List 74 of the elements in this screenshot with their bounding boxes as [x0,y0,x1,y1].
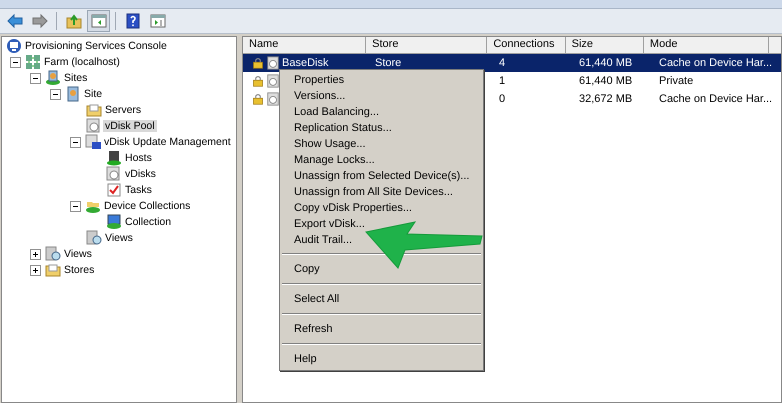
tasks-node-icon [106,182,122,198]
disk-node-icon [86,118,102,134]
row-highlight[interactable]: 1 [493,72,573,90]
table-cell: 4 [499,57,506,69]
update-node-icon [85,134,101,150]
help-icon [124,13,140,29]
forward-icon [32,13,48,29]
site-node-icon [65,86,81,102]
expander[interactable] [50,88,61,100]
menu-item[interactable]: Audit Trail... [294,232,352,248]
menu-item[interactable]: Unassign from Selected Device(s)... [294,168,470,184]
table-cell: Store [375,57,402,69]
folder-node-icon [86,102,102,118]
tree-item[interactable]: Views [62,248,94,260]
table-cell: Cache on Device Har... [659,93,772,105]
tree-item[interactable]: Provisioning Services Console [23,40,169,52]
tree-item[interactable]: Sites [62,72,90,84]
menu-item[interactable]: Manage Locks... [294,152,375,168]
expander[interactable] [10,56,21,68]
hosts-node-icon [106,150,122,166]
lock-icon [252,93,264,105]
tree-item[interactable]: Servers [103,104,144,116]
expander[interactable] [30,264,41,276]
tree-item[interactable]: Tasks [123,184,154,196]
table-cell: 1 [499,75,506,87]
menu-item[interactable]: Load Balancing... [294,104,380,120]
tree-item[interactable]: Device Collections [102,200,192,212]
tree-pane-button[interactable] [87,10,110,32]
table-cell: Private [659,75,694,87]
views-node-icon [86,230,102,246]
tree-item[interactable]: Hosts [123,152,154,164]
tree-item[interactable]: Views [103,232,135,244]
disk-node-icon [106,166,122,182]
table-cell: 61,440 MB [579,57,632,69]
tree-item[interactable]: Collection [123,216,174,228]
action-pane-icon [150,13,166,29]
collection-node-icon [106,214,122,230]
table-cell: BaseDisk [282,57,328,69]
menu-item[interactable]: Select All [294,290,340,308]
menu-item[interactable]: Help [294,350,317,368]
row-highlight[interactable]: 0 [493,90,573,108]
table-cell: Cache on Device Har... [659,57,772,69]
menu-item[interactable]: Refresh [294,320,333,338]
tree-item[interactable]: Stores [62,264,96,276]
menu-item[interactable]: Copy [294,260,320,278]
tree-item[interactable]: vDisks [123,168,158,180]
tree-pane-icon [90,13,106,29]
table-cell: 0 [499,93,506,105]
expander[interactable] [70,200,81,212]
menu-item[interactable]: Copy vDisk Properties... [294,200,412,216]
table-cell: 61,440 MB [579,75,632,87]
farm-node-icon [25,54,41,70]
tree-item[interactable]: Site [82,88,104,100]
views-node-icon [45,246,61,262]
menu-item[interactable]: Properties [294,72,344,88]
menu-item[interactable]: Show Usage... [294,136,366,152]
tree-item[interactable]: vDisk Pool [103,120,157,132]
lock-icon [252,57,264,69]
menu-item[interactable]: Export vDisk... [294,216,365,232]
menu-item[interactable]: Unassign from All Site Devices... [294,184,453,200]
table-cell: 32,672 MB [579,93,632,105]
menu-item[interactable]: Versions... [294,88,346,104]
tree-item[interactable]: vDisk Update Management [102,136,233,148]
expander[interactable] [70,136,81,148]
back-icon [6,13,22,29]
tree-item[interactable]: Farm (localhost) [42,56,122,68]
lock-icon [252,75,264,87]
expander[interactable] [30,248,41,260]
sites-node-icon [45,70,61,86]
menu-item[interactable]: Replication Status... [294,120,392,136]
folder-node-icon [45,262,61,278]
expander[interactable] [30,72,41,84]
row-highlight[interactable]: 4 [493,54,573,72]
folder-up-icon [66,13,82,29]
